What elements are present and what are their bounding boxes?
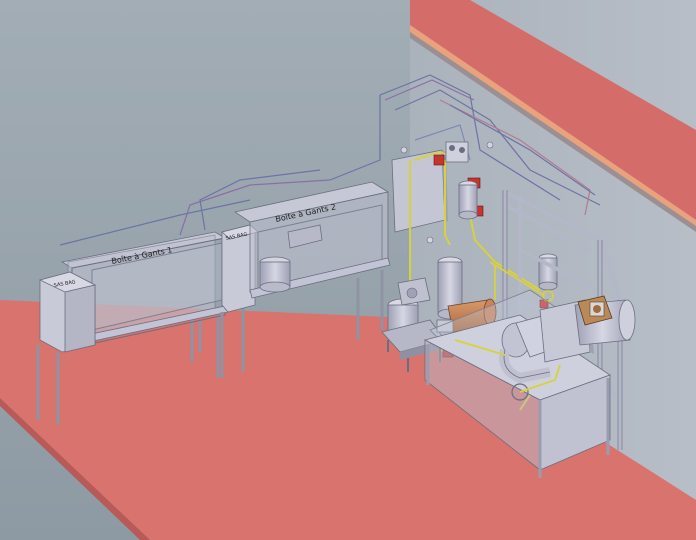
gauge[interactable]: [400, 146, 408, 154]
gauge[interactable]: [486, 141, 494, 149]
filter-vessel-1[interactable]: [458, 180, 478, 220]
valve-red[interactable]: [433, 154, 445, 166]
pump-unit[interactable]: [397, 277, 431, 306]
manifold[interactable]: [445, 141, 469, 163]
gauge[interactable]: [426, 236, 434, 244]
plant-3d-scene: SAS BAG Boîte à Gants 1 SAS BAG Boîte à …: [0, 0, 696, 540]
